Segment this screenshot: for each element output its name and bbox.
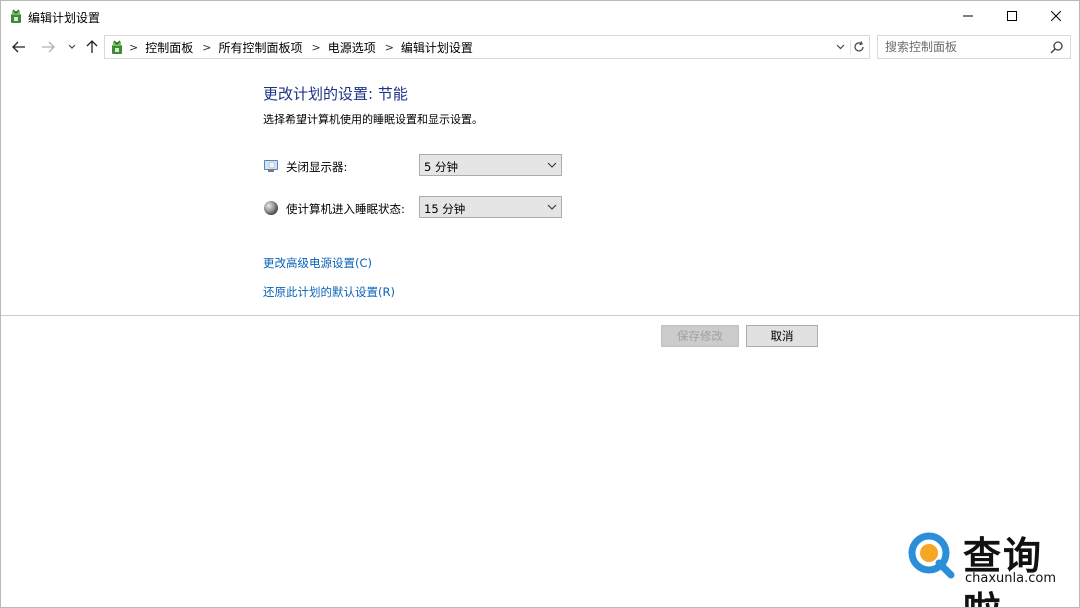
search-box — [877, 35, 1071, 59]
breadcrumb-item-all-items[interactable]: 所有控制面板项 — [218, 39, 302, 56]
power-options-icon — [11, 9, 21, 23]
sleep-label: 使计算机进入睡眠状态: — [286, 202, 405, 216]
maximize-icon — [1007, 11, 1017, 21]
close-button[interactable] — [1033, 1, 1079, 31]
chevron-down-icon — [836, 44, 844, 50]
cancel-button[interactable]: 取消 — [746, 325, 818, 347]
watermark: 查询啦 chaxunla.com — [907, 525, 1077, 607]
turn-off-display-select[interactable]: 5 分钟 — [419, 154, 562, 176]
maximize-button[interactable] — [989, 1, 1035, 31]
search-input[interactable] — [879, 37, 1047, 57]
chevron-down-icon — [68, 44, 76, 49]
up-button[interactable] — [83, 37, 101, 57]
breadcrumb-separator-icon[interactable]: > — [202, 41, 211, 54]
refresh-icon — [854, 41, 864, 52]
title-bar: 编辑计划设置 — [1, 1, 1079, 31]
arrow-up-icon — [86, 40, 98, 53]
minimize-icon — [963, 15, 973, 17]
forward-button[interactable] — [39, 37, 57, 57]
watermark-domain: chaxunla.com — [965, 571, 1056, 586]
breadcrumb-item-control-panel[interactable]: 控制面板 — [145, 39, 193, 56]
display-icon — [264, 160, 278, 172]
sleep-value: 15 分钟 — [424, 202, 466, 216]
edit-plan-settings-window: 编辑计划设置 > 控制面板 > 所有控制面板项 > 电源选项 > 编辑计划设置 … — [0, 0, 1080, 608]
back-button[interactable] — [10, 37, 28, 57]
sleep-moon-icon — [264, 201, 278, 215]
arrow-left-icon — [12, 41, 25, 53]
turn-off-display-label: 关闭显示器: — [286, 160, 348, 174]
chevron-down-icon — [547, 162, 557, 168]
breadcrumb-item-power-options[interactable]: 电源选项 — [328, 39, 376, 56]
watermark-logo-icon — [908, 532, 955, 579]
minimize-button[interactable] — [945, 1, 991, 31]
address-bar[interactable]: > 控制面板 > 所有控制面板项 > 电源选项 > 编辑计划设置 — [104, 35, 870, 59]
divider — [1, 315, 1079, 316]
save-changes-button[interactable]: 保存修改 — [661, 325, 739, 347]
breadcrumb-item-edit-plan[interactable]: 编辑计划设置 — [401, 39, 473, 56]
advanced-power-settings-link[interactable]: 更改高级电源设置(C) — [263, 255, 372, 271]
page-title: 更改计划的设置: 节能 — [263, 85, 408, 103]
sleep-select[interactable]: 15 分钟 — [419, 196, 562, 218]
breadcrumb-separator-icon[interactable]: > — [311, 41, 320, 54]
turn-off-display-value: 5 分钟 — [424, 160, 458, 174]
control-panel-icon — [112, 40, 122, 54]
search-icon[interactable] — [1050, 40, 1064, 54]
close-icon — [1051, 11, 1061, 21]
page-description: 选择希望计算机使用的睡眠设置和显示设置。 — [263, 113, 483, 126]
window-title: 编辑计划设置 — [28, 11, 101, 25]
watermark-text: 查询啦 — [963, 533, 1044, 607]
chevron-down-icon — [547, 204, 557, 210]
restore-defaults-link[interactable]: 还原此计划的默认设置(R) — [263, 284, 395, 300]
arrow-right-icon — [42, 41, 55, 53]
breadcrumb: > 控制面板 > 所有控制面板项 > 电源选项 > 编辑计划设置 — [129, 39, 482, 56]
navigation-bar: > 控制面板 > 所有控制面板项 > 电源选项 > 编辑计划设置 — [1, 35, 1079, 59]
breadcrumb-separator-icon: > — [129, 41, 139, 54]
breadcrumb-separator-icon[interactable]: > — [385, 41, 394, 54]
address-dropdown-button[interactable] — [833, 40, 847, 54]
recent-locations-button[interactable] — [63, 37, 81, 57]
refresh-button[interactable] — [850, 39, 867, 55]
